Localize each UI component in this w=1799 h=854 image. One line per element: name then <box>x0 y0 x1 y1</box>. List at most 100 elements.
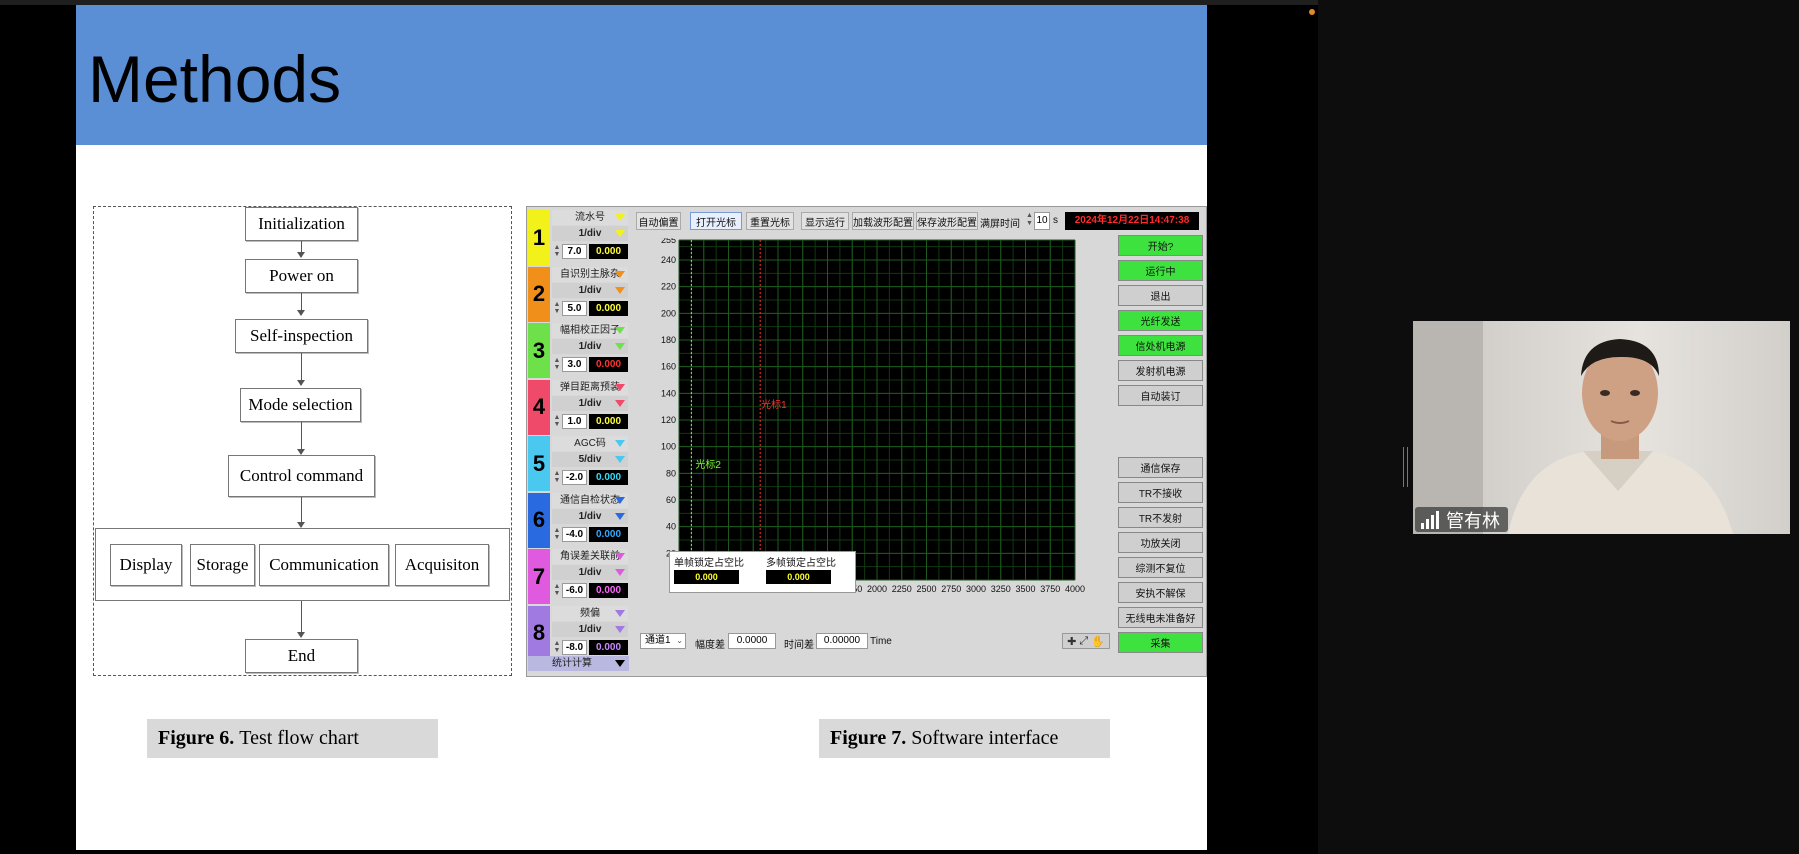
channel-number: 4 <box>528 379 550 435</box>
time-diff-label: 时间差 <box>784 640 814 651</box>
channel-offset-spinner[interactable]: ▲ ▼ <box>553 244 561 259</box>
flow-step-acquisition: Acquisiton <box>395 544 489 586</box>
pan-hand-icon[interactable]: ✋ <box>1091 635 1105 648</box>
refresh-time-spinner[interactable]: ▲ ▼ <box>1026 212 1033 230</box>
channel-offset-input[interactable]: 7.0 <box>562 244 587 259</box>
figure-7-text: Software interface <box>911 727 1059 749</box>
channel-scale-caret-icon[interactable] <box>615 456 625 463</box>
reset-cursor-button[interactable]: 重置光标 <box>746 212 794 230</box>
channel-color-caret-icon[interactable] <box>615 383 625 391</box>
load-waveform-config-button[interactable]: 加载波形配置 <box>852 212 914 230</box>
control-button-4[interactable]: 光纤发送 <box>1118 310 1203 331</box>
participant-video[interactable]: 管有林 <box>1413 321 1790 534</box>
multi-frame-duty-label: 多帧锁定占空比 <box>766 558 836 569</box>
refresh-time-unit: s <box>1053 215 1058 226</box>
control-button-14[interactable]: 无线电未准备好 <box>1118 607 1203 628</box>
channel-number: 3 <box>528 323 550 378</box>
x-tick-label: 4000 <box>1065 584 1085 594</box>
channel-offset-spinner[interactable]: ▲ ▼ <box>553 640 561 655</box>
multi-frame-duty-value: 0.000 <box>766 570 831 584</box>
zoom-icon[interactable]: ⤢ <box>1079 635 1088 648</box>
control-button-1[interactable]: 开始? <box>1118 235 1203 256</box>
channel-value-readout: 0.000 <box>589 583 628 598</box>
channel-value-readout: 0.000 <box>589 639 628 655</box>
slide-header: Methods <box>76 5 1207 145</box>
channel-color-caret-icon[interactable] <box>615 270 625 278</box>
y-tick-label: 220 <box>661 282 676 292</box>
channel-4: 4 弹目距离预装 1/div ▲ ▼ 1.0 0.000 <box>528 379 629 435</box>
flow-step-self-inspection: Self-inspection <box>235 319 368 353</box>
x-tick-label: 2000 <box>867 584 887 594</box>
channel-scale-caret-icon[interactable] <box>615 343 625 350</box>
channel-8: 8 频偏 1/div ▲ ▼ -8.0 0.000 <box>528 605 629 661</box>
channel-scale-caret-icon[interactable] <box>615 512 625 520</box>
channel-select-value: 通道1 <box>645 635 671 646</box>
channel-offset-input[interactable]: -2.0 <box>562 470 587 485</box>
channel-color-caret-icon[interactable] <box>615 609 625 617</box>
slide-title: Methods <box>88 42 342 116</box>
control-button-10[interactable]: TR不发射 <box>1118 507 1203 528</box>
arrow-down-icon <box>297 252 305 258</box>
channel-offset-spinner[interactable]: ▲ ▼ <box>553 583 561 598</box>
presentation-slide: Methods Initialization Power on Self-ins… <box>76 5 1207 850</box>
open-cursor-button[interactable]: 打开光标 <box>690 212 742 230</box>
flow-step-initialization: Initialization <box>245 207 358 241</box>
channel-offset-spinner[interactable]: ▲ ▼ <box>553 470 561 485</box>
control-button-15[interactable]: 采集 <box>1118 632 1203 653</box>
channel-offset-input[interactable]: -6.0 <box>562 583 587 598</box>
channel-offset-input[interactable]: -4.0 <box>562 526 587 542</box>
control-button-2[interactable]: 运行中 <box>1118 260 1203 281</box>
refresh-time-input[interactable]: 10 <box>1034 212 1050 230</box>
control-button-7[interactable]: 自动装订 <box>1118 385 1203 406</box>
x-tick-label: 2250 <box>892 584 912 594</box>
control-button-5[interactable]: 信处机电源 <box>1118 335 1203 356</box>
channel-scale-caret-icon[interactable] <box>615 625 625 633</box>
channel-scale-caret-icon[interactable] <box>615 399 625 407</box>
y-tick-label: 200 <box>661 308 676 318</box>
control-button-12[interactable]: 综测不复位 <box>1118 557 1203 578</box>
channel-offset-input[interactable]: 3.0 <box>562 357 587 372</box>
control-button-9[interactable]: TR不接收 <box>1118 482 1203 503</box>
control-button-11[interactable]: 功放关闭 <box>1118 532 1203 553</box>
channel-color-caret-icon[interactable] <box>615 553 625 560</box>
y-tick-label: 240 <box>661 255 676 265</box>
cursor-2-label: 光标2 <box>695 458 721 471</box>
channel-select[interactable]: 通道1 ⌄ <box>640 633 686 649</box>
channel-offset-spinner[interactable]: ▲ ▼ <box>553 301 561 316</box>
channel-value-readout: 0.000 <box>589 470 628 485</box>
channel-number: 1 <box>528 210 550 265</box>
channel-offset-input[interactable]: 5.0 <box>562 300 587 316</box>
panel-resize-handle[interactable] <box>1403 447 1408 487</box>
channel-offset-input[interactable]: -8.0 <box>562 639 587 655</box>
x-tick-label: 3500 <box>1015 584 1035 594</box>
channel-color-caret-icon[interactable] <box>615 214 625 221</box>
channel-5: 5 AGC码 5/div ▲ ▼ -2.0 0.000 <box>528 436 629 491</box>
y-tick-label: 120 <box>661 415 676 425</box>
channel-color-caret-icon[interactable] <box>615 327 625 334</box>
channel-offset-spinner[interactable]: ▲ ▼ <box>553 527 561 542</box>
flow-step-end: End <box>245 639 358 673</box>
show-run-button[interactable]: 显示运行 <box>801 212 849 230</box>
plot-tools[interactable]: ✚ ⤢ ✋ <box>1062 633 1110 649</box>
channel-scale-caret-icon[interactable] <box>615 230 625 237</box>
figure-6-caption: Figure 6. Test flow chart <box>147 719 438 758</box>
crosshair-icon[interactable]: ✚ <box>1067 635 1076 648</box>
screen: Methods Initialization Power on Self-ins… <box>0 0 1799 854</box>
channel-color-caret-icon[interactable] <box>615 440 625 447</box>
control-button-13[interactable]: 安执不解保 <box>1118 582 1203 603</box>
control-button-6[interactable]: 发射机电源 <box>1118 360 1203 381</box>
channel-value-readout: 0.000 <box>589 300 628 316</box>
channel-scale-caret-icon[interactable] <box>615 569 625 576</box>
control-button-3[interactable]: 退出 <box>1118 285 1203 306</box>
auto-offset-button[interactable]: 自动偏置 <box>636 212 681 230</box>
channel-scale-caret-icon[interactable] <box>615 286 625 294</box>
channel-offset-spinner[interactable]: ▲ ▼ <box>553 357 561 372</box>
single-frame-duty-value: 0.000 <box>674 570 739 584</box>
channel-offset-spinner[interactable]: ▲ ▼ <box>553 414 561 429</box>
save-waveform-config-button[interactable]: 保存波形配置 <box>916 212 978 230</box>
channel-offset-input[interactable]: 1.0 <box>562 413 587 429</box>
stats-calc-bar[interactable]: 统计计算 <box>528 656 629 671</box>
control-button-8[interactable]: 通信保存 <box>1118 457 1203 478</box>
channel-color-caret-icon[interactable] <box>615 496 625 504</box>
y-tick-label: 80 <box>666 468 676 478</box>
